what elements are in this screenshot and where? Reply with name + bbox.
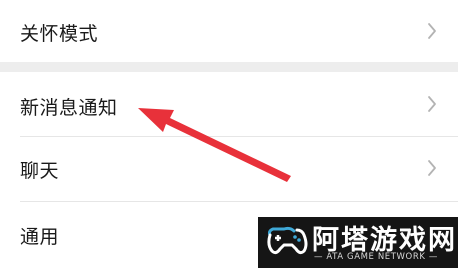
watermark: 阿塔游戏网 — ATA GAME NETWORK —: [258, 217, 458, 268]
chevron-right-icon: [428, 96, 436, 112]
chevron-right-icon: [428, 23, 436, 39]
settings-group-top: 关怀模式: [0, 0, 458, 62]
settings-item-new-message-notification[interactable]: 新消息通知: [0, 72, 458, 136]
settings-item-label: 新消息通知: [20, 97, 118, 119]
settings-item-label: 通用: [20, 226, 60, 248]
settings-item-chat[interactable]: 聊天: [0, 137, 458, 201]
settings-item-label: 关怀模式: [20, 23, 99, 45]
gamepad-icon: [267, 226, 308, 255]
settings-item-label: 聊天: [20, 160, 60, 182]
watermark-subtitle-text: ATA GAME NETWORK: [326, 252, 426, 262]
chevron-right-icon: [428, 160, 436, 176]
watermark-subtitle: — ATA GAME NETWORK —: [314, 252, 438, 262]
settings-item-care-mode[interactable]: 关怀模式: [0, 0, 458, 62]
